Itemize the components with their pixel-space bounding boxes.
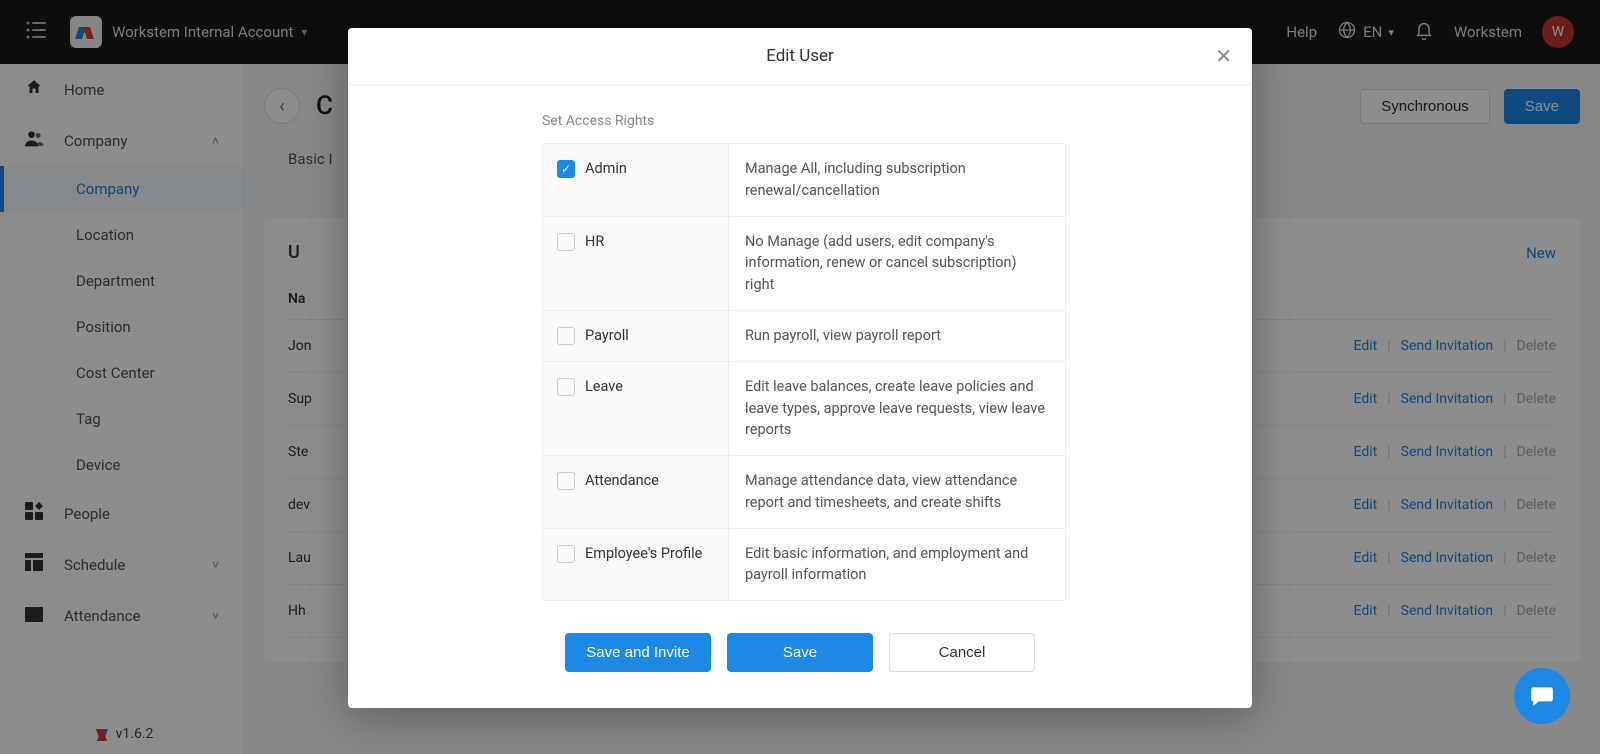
rights-description: Manage attendance data, view attendance … bbox=[729, 456, 1065, 528]
rights-name: Employee's Profile bbox=[585, 545, 702, 562]
rights-description: Run payroll, view payroll report bbox=[729, 311, 1065, 361]
rights-name: Leave bbox=[585, 378, 623, 395]
rights-left: Attendance bbox=[543, 456, 729, 528]
rights-name: Attendance bbox=[585, 472, 659, 489]
checkbox[interactable] bbox=[557, 327, 575, 345]
rights-left: ✓ Admin bbox=[543, 144, 729, 216]
rights-row: ✓ Admin Manage All, including subscription… bbox=[543, 144, 1065, 217]
close-icon[interactable]: ✕ bbox=[1215, 44, 1232, 69]
checkbox[interactable] bbox=[557, 378, 575, 396]
rights-row: Employee's Profile Edit basic information… bbox=[543, 529, 1065, 601]
rights-name: Payroll bbox=[585, 327, 629, 344]
checkbox[interactable]: ✓ bbox=[557, 160, 575, 178]
rights-row: Attendance Manage attendance data, view a… bbox=[543, 456, 1065, 529]
save-and-invite-button[interactable]: Save and Invite bbox=[565, 633, 711, 672]
modal-title: Edit User bbox=[766, 46, 834, 66]
edit-user-modal: Edit User ✕ Set Access Rights ✓ Admin Mana… bbox=[348, 28, 1252, 708]
rights-description: No Manage (add users, edit company's inf… bbox=[729, 217, 1065, 310]
rights-row: Payroll Run payroll, view payroll report bbox=[543, 311, 1065, 362]
rights-left: Payroll bbox=[543, 311, 729, 361]
rights-description: Manage All, including subscription renew… bbox=[729, 144, 1065, 216]
checkbox[interactable] bbox=[557, 545, 575, 563]
rights-name: Admin bbox=[585, 160, 627, 177]
modal-save-button[interactable]: Save bbox=[727, 633, 873, 672]
modal-header: Edit User ✕ bbox=[348, 28, 1252, 85]
rights-description: Edit leave balances, create leave polici… bbox=[729, 362, 1065, 455]
rights-left: Leave bbox=[543, 362, 729, 455]
rights-name: HR bbox=[585, 233, 604, 250]
rights-row: HR No Manage (add users, edit company's i… bbox=[543, 217, 1065, 311]
rights-row: Leave Edit leave balances, create leave p… bbox=[543, 362, 1065, 456]
modal-overlay: Edit User ✕ Set Access Rights ✓ Admin Mana… bbox=[0, 0, 1600, 754]
checkbox[interactable] bbox=[557, 233, 575, 251]
cancel-button[interactable]: Cancel bbox=[889, 633, 1035, 672]
rights-left: HR bbox=[543, 217, 729, 310]
rights-left: Employee's Profile bbox=[543, 529, 729, 601]
section-label: Set Access Rights bbox=[542, 113, 1204, 129]
chat-bubble[interactable] bbox=[1514, 668, 1570, 724]
rights-description: Edit basic information, and employment a… bbox=[729, 529, 1065, 601]
checkbox[interactable] bbox=[557, 472, 575, 490]
access-rights-table: ✓ Admin Manage All, including subscription… bbox=[542, 143, 1066, 601]
